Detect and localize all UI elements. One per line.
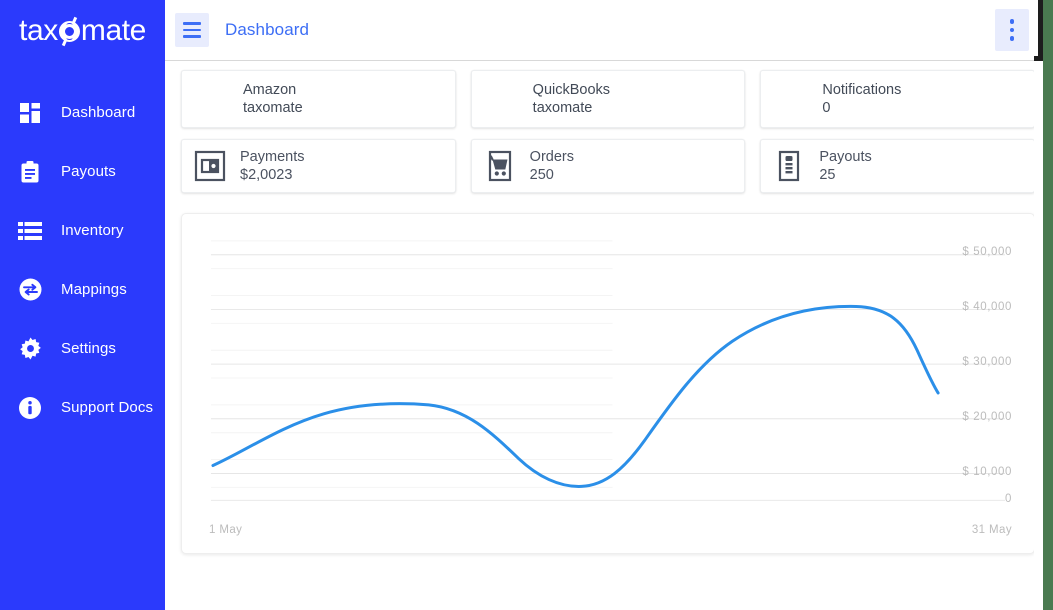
brand-text-after: mate (80, 14, 147, 47)
card-value: taxomate (532, 100, 593, 116)
clipboard-icon (772, 149, 806, 183)
card-payouts[interactable]: Payouts 25 (760, 139, 1036, 193)
line-chart-svg (210, 240, 1006, 501)
sidebar-item-support-docs[interactable]: Support Docs (0, 378, 165, 437)
chart-ylabel-30000: $ 30,000 (962, 356, 1012, 368)
card-payments[interactable]: Payments $2,0023 (181, 139, 456, 193)
gear-icon (16, 335, 44, 363)
sidebar-item-inventory[interactable]: Inventory (0, 201, 165, 260)
sidebar-item-label: Support Docs (61, 399, 154, 416)
hamburger-icon[interactable] (175, 13, 209, 47)
card-orders[interactable]: Orders 250 (470, 139, 746, 193)
app-root: tax mate Dashboard Payouts Inventory Map… (0, 0, 1053, 610)
card-title: Amazon (243, 82, 297, 98)
topbar-right-edge (1038, 0, 1043, 58)
stat-value: $2,0023 (240, 167, 293, 183)
stat-text: Orders 250 (530, 148, 574, 184)
content-area: Amazon taxomate QuickBooks taxomate Noti… (165, 61, 1053, 610)
stat-label: Payouts (819, 149, 872, 165)
sidebar-item-label: Mappings (61, 281, 127, 298)
sidebar: tax mate Dashboard Payouts Inventory Map… (0, 0, 165, 610)
chart-xlabel-end: 31 May (971, 524, 1012, 536)
right-gutter (1034, 0, 1043, 610)
brand-logo-text: tax mate (19, 14, 146, 48)
brand-logo[interactable]: tax mate (0, 0, 165, 62)
brand-compass-icon (58, 16, 80, 46)
topbar: Dashboard (165, 0, 1053, 61)
chart-ylabel-0: 0 (1005, 493, 1012, 505)
card-value: 0 (822, 100, 831, 116)
chart-xlabel-start: 1 May (209, 524, 243, 536)
sidebar-item-settings[interactable]: Settings (0, 319, 165, 378)
main-area: Dashboard Amazon taxomate QuickBooks tax… (165, 0, 1053, 610)
sidebar-item-label: Inventory (61, 222, 124, 239)
chart-ylabel-10000: $ 10,000 (962, 466, 1012, 478)
sidebar-item-mappings[interactable]: Mappings (0, 260, 165, 319)
stat-card-row: Payments $2,0023 Orders 250 Payouts 25 (181, 139, 1036, 193)
sidebar-nav: Dashboard Payouts Inventory Mappings Set… (0, 83, 165, 437)
sidebar-item-label: Settings (61, 340, 116, 357)
chart-ylabel-40000: $ 40,000 (962, 301, 1012, 313)
stat-text: Payouts 25 (819, 148, 871, 184)
card-title: Notifications (822, 82, 902, 98)
brand-text-before: tax (19, 14, 58, 47)
chart-ylabel-50000: $ 50,000 (962, 246, 1012, 258)
chart-inner: $ 50,000 $ 40,000 $ 30,000 $ 20,000 $ 10… (182, 214, 1034, 553)
right-edge-strip (1043, 0, 1053, 610)
grid-icon (16, 99, 44, 127)
sidebar-item-label: Dashboard (61, 104, 136, 121)
clipboard-icon (16, 158, 44, 186)
kebab-vertical-icon[interactable] (995, 9, 1029, 51)
chart-ylabel-20000: $ 20,000 (962, 411, 1012, 423)
stat-value: 250 (529, 167, 554, 183)
sidebar-item-payouts[interactable]: Payouts (0, 142, 165, 201)
card-amazon[interactable]: Amazon taxomate (181, 70, 456, 128)
wallet-icon (193, 149, 227, 183)
stat-value: 25 (819, 167, 836, 183)
stat-label: Payments (240, 149, 305, 165)
info-circle-icon (16, 394, 44, 422)
sidebar-item-label: Payouts (61, 163, 116, 180)
arrows-exchange-circle-icon (16, 276, 44, 304)
stat-text: Payments $2,0023 (240, 148, 304, 184)
card-notifications[interactable]: Notifications 0 (760, 70, 1036, 128)
sidebar-item-dashboard[interactable]: Dashboard (0, 83, 165, 142)
stat-label: Orders (529, 149, 574, 165)
card-value: taxomate (243, 100, 303, 116)
list-icon (16, 217, 44, 245)
card-quickbooks[interactable]: QuickBooks taxomate (470, 70, 746, 128)
shopping-cart-icon (483, 149, 517, 183)
payments-chart-card[interactable]: $ 50,000 $ 40,000 $ 30,000 $ 20,000 $ 10… (181, 213, 1035, 554)
card-title: QuickBooks (532, 82, 611, 98)
page-title: Dashboard (225, 20, 310, 39)
connection-card-row: Amazon taxomate QuickBooks taxomate Noti… (181, 70, 1036, 128)
topbar-right-edge-cap (1034, 56, 1043, 61)
